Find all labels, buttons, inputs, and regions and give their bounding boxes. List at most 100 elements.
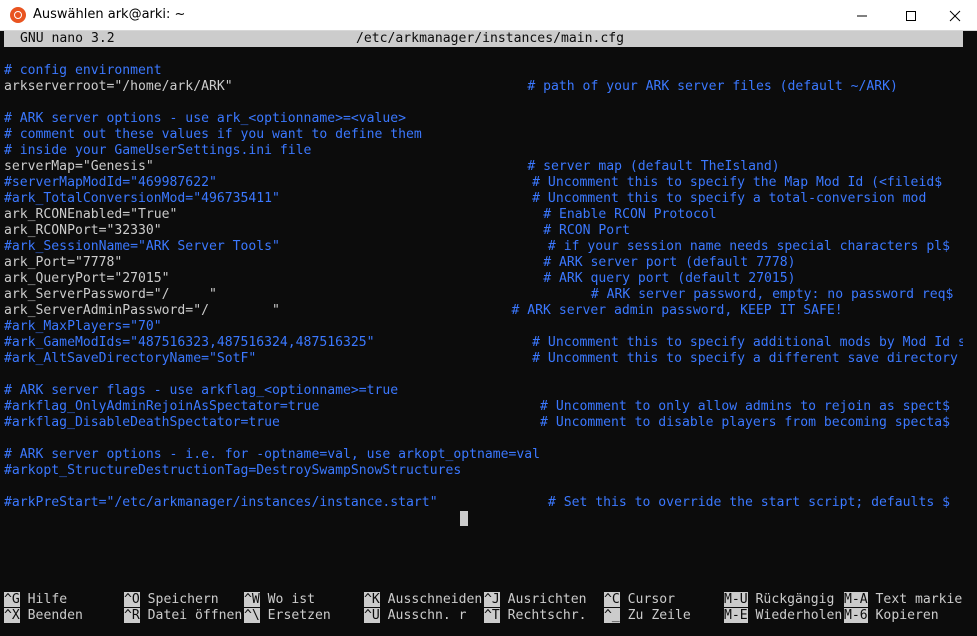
shortcut-label: Hilfe <box>27 592 68 607</box>
config-line <box>4 431 963 447</box>
config-comment: # server map (default TheIsland) <box>527 159 780 174</box>
config-line: # config environment <box>4 63 963 79</box>
shortcut-item[interactable]: ^K Ausschneiden <box>364 592 482 608</box>
config-comment: # ARK server password, empty: no passwor… <box>590 287 954 302</box>
shortcut-label: Ersetzen <box>267 608 331 623</box>
shortcut-label: Speichern <box>147 592 219 607</box>
config-line <box>4 95 963 111</box>
maximize-icon <box>906 10 916 21</box>
shortcut-label: Wiederholen <box>755 608 843 623</box>
config-comment: # comment out these values if you want t… <box>4 127 422 142</box>
nano-version: GNU nano 3.2 <box>20 31 115 46</box>
config-line: serverMap="Genesis" # server map (default… <box>4 159 963 175</box>
shortcut-item[interactable]: ^J Ausrichten <box>484 592 587 608</box>
config-comment: #arkflag_DisableDeathSpectator=true # Un… <box>4 415 950 430</box>
config-comment: # ARK server admin password, KEEP IT SAF… <box>511 303 843 318</box>
shortcut-key: ^_ <box>604 608 620 623</box>
shortcut-label: Beenden <box>27 608 83 623</box>
shortcut-item[interactable]: ^O Speichern <box>124 592 219 608</box>
shortcut-item[interactable]: ^G Hilfe <box>4 592 67 608</box>
config-comment: #ark_AltSaveDirectoryName="SotF" # Uncom… <box>4 351 963 366</box>
config-comment: # Enable RCON Protocol <box>543 207 717 222</box>
shortcut-item[interactable]: ^X Beenden <box>4 608 83 624</box>
config-line: #ark_TotalConversionMod="496735411" # Un… <box>4 191 963 207</box>
config-setting: ark_RCONEnabled="True" <box>4 207 178 222</box>
shortcut-key: ^J <box>484 592 500 607</box>
config-line: #arkflag_DisableDeathSpectator=true # Un… <box>4 415 963 431</box>
config-setting: ark_RCONPort="32330" <box>4 223 162 238</box>
shortcut-label: Kopieren <box>875 608 939 623</box>
shortcut-item[interactable]: M-U Rückgängig <box>724 592 834 608</box>
maximize-button[interactable] <box>888 0 934 31</box>
shortcut-label: Cursor <box>627 592 675 607</box>
config-line: ark_RCONEnabled="True" # Enable RCON Prot… <box>4 207 963 223</box>
shortcut-key: ^\ <box>244 608 260 623</box>
shortcut-label: Ausschn. r <box>387 608 467 623</box>
config-line: #serverMapModId="469987622" # Uncomment … <box>4 175 963 191</box>
config-line: #ark_MaxPlayers="70" <box>4 319 963 335</box>
config-comment: # RCON Port <box>543 223 630 238</box>
close-button[interactable] <box>932 0 977 31</box>
config-comment: # path of your ARK server files (default… <box>527 79 898 94</box>
config-line: ark_Port="7778" # ARK server port (defaul… <box>4 255 963 271</box>
shortcut-key: ^T <box>484 608 500 623</box>
close-icon <box>949 10 961 21</box>
window-titlebar: Auswählen ark@arki: ~ <box>0 0 977 31</box>
shortcut-key: ^K <box>364 592 380 607</box>
config-line: # ARK server flags - use arkflag_<option… <box>4 383 963 399</box>
config-line: #ark_AltSaveDirectoryName="SotF" # Uncom… <box>4 351 963 367</box>
minimize-button[interactable] <box>839 0 885 31</box>
shortcut-key: M-6 <box>844 608 868 623</box>
shortcut-label: Datei öffnen <box>147 608 243 623</box>
config-line <box>4 479 963 495</box>
shortcut-label: Ausschneiden <box>387 592 483 607</box>
shortcut-label: Rückgängig <box>755 592 835 607</box>
window-title: Auswählen ark@arki: ~ <box>33 7 186 22</box>
config-comment: # ARK server flags - use arkflag_<option… <box>4 383 399 398</box>
config-comment: #ark_TotalConversionMod="496735411" # Un… <box>4 191 927 206</box>
minimize-icon <box>857 15 867 16</box>
config-setting: ark_ServerPassword="/ " <box>4 287 217 302</box>
config-line: # ARK server options - i.e. for -optname… <box>4 447 963 463</box>
shortcut-item[interactable]: ^\ Ersetzen <box>244 608 331 624</box>
config-line <box>4 367 963 383</box>
config-line: #ark_SessionName="ARK Server Tools" # if… <box>4 239 963 255</box>
config-line: # inside your GameUserSettings.ini file <box>4 143 963 159</box>
config-line: #ark_GameModIds="487516323,487516324,487… <box>4 335 963 351</box>
config-line: # ARK server options - use ark_<optionna… <box>4 111 963 127</box>
ubuntu-icon <box>10 7 26 23</box>
shortcut-item[interactable]: ^C Cursor <box>604 592 675 608</box>
shortcut-key: ^C <box>604 592 620 607</box>
config-comment: #arkflag_OnlyAdminRejoinAsSpectator=true… <box>4 399 950 414</box>
shortcut-item[interactable]: M-E Wiederholen <box>724 608 842 624</box>
shortcut-item[interactable]: ^T Rechtschr. <box>484 608 587 624</box>
shortcut-key: ^X <box>4 608 20 623</box>
config-line: ark_ServerPassword="/ " # ARK server pass… <box>4 287 963 303</box>
shortcut-item[interactable]: ^_ Zu Zeile <box>604 608 691 624</box>
config-comment: # ARK server options - i.e. for -optname… <box>4 447 541 462</box>
shortcut-key: ^G <box>4 592 20 607</box>
config-comment: # ARK query port (default 27015) <box>543 271 796 286</box>
shortcut-label: Ausrichten <box>507 592 587 607</box>
config-comment: # ARK server port (default 7778) <box>543 255 796 270</box>
config-comment: #serverMapModId="469987622" # Uncomment … <box>4 175 943 190</box>
shortcut-label: Rechtschr. <box>507 608 587 623</box>
text-cursor <box>460 511 468 526</box>
config-comment: # config environment <box>4 63 162 78</box>
nano-header: GNU nano 3.2 /etc/arkmanager/instances/m… <box>4 31 963 47</box>
nano-filename: /etc/arkmanager/instances/main.cfg <box>356 31 625 46</box>
shortcut-item[interactable]: M-A Text markie <box>844 592 962 608</box>
shortcut-item[interactable]: M-6 Kopieren <box>844 608 939 624</box>
config-line: #arkflag_OnlyAdminRejoinAsSpectator=true… <box>4 399 963 415</box>
config-line: # comment out these values if you want t… <box>4 127 963 143</box>
config-line: #arkPreStart="/etc/arkmanager/instances/… <box>4 495 963 511</box>
shortcut-item[interactable]: ^R Datei öffnen <box>124 608 242 624</box>
config-line: ark_ServerAdminPassword="/ " # ARK server… <box>4 303 963 319</box>
shortcut-label: Zu Zeile <box>627 608 691 623</box>
config-line: ark_RCONPort="32330" # RCON Port <box>4 223 963 239</box>
config-comment: #arkopt_StructureDestructionTag=DestroyS… <box>4 463 462 478</box>
terminal-scrollbar[interactable] <box>963 31 977 636</box>
shortcut-key: M-A <box>844 592 868 607</box>
shortcut-item[interactable]: ^U Ausschn. r <box>364 608 467 624</box>
shortcut-item[interactable]: ^W Wo ist <box>244 592 315 608</box>
